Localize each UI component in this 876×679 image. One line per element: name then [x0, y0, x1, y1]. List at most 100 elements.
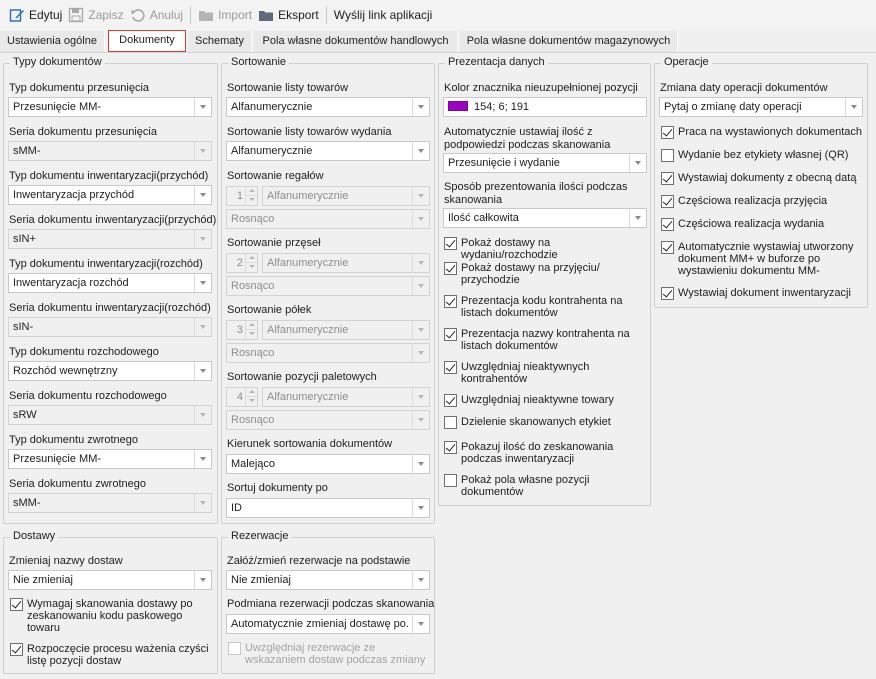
require-delivery-scan-checkbox[interactable]: Wymagaj skanowania dostawy po zeskanowan…	[10, 598, 205, 634]
checkbox-box[interactable]	[661, 241, 674, 254]
checkbox-box[interactable]	[661, 172, 674, 185]
split-labels-checkbox[interactable]: Dzielenie skanowanych etykiet	[444, 416, 648, 429]
save-button[interactable]: Zapisz	[65, 3, 126, 27]
spin-down-icon[interactable]	[245, 263, 257, 272]
weighing-clears-list-checkbox[interactable]: Rozpoczęcie procesu ważenia czyści listę…	[10, 643, 210, 667]
chevron-down-icon	[194, 571, 211, 589]
tab-documents[interactable]: Dokumenty	[108, 30, 186, 52]
return-doc-type-select[interactable]: Przesunięcie MM-	[8, 449, 212, 469]
shelf-order-spinner[interactable]: 3	[226, 320, 258, 340]
checkbox-box[interactable]	[444, 328, 457, 341]
shelf-direction-select[interactable]: Rosnąco	[226, 343, 430, 363]
marker-color-picker[interactable]: 154; 6; 191	[443, 97, 647, 117]
rack-direction-select[interactable]: Rosnąco	[226, 209, 430, 229]
bay-order-spinner[interactable]: 2	[226, 253, 258, 273]
pallet-direction-select[interactable]: Rosnąco	[226, 410, 430, 430]
select-value: Rosnąco	[231, 213, 275, 225]
edit-button[interactable]: Edytuj	[6, 3, 65, 27]
work-on-issued-checkbox[interactable]: Praca na wystawionych dokumentach	[661, 126, 865, 139]
contractor-name-checkbox[interactable]: Prezentacja nazwy kontrahenta na listach…	[444, 328, 639, 352]
checkbox-box[interactable]	[444, 237, 457, 250]
field-label: Sortowanie przęseł	[227, 237, 321, 249]
inventory-outgo-type-select[interactable]: Inwentaryzacja rozchód	[8, 273, 212, 293]
spinner-value: 1	[236, 190, 243, 202]
bay-sort-select[interactable]: Alfanumerycznie	[262, 253, 430, 273]
spin-down-icon[interactable]	[245, 196, 257, 205]
return-series-select[interactable]: sMM-	[8, 493, 212, 513]
rename-deliveries-select[interactable]: Nie zmieniaj	[8, 570, 212, 590]
transfer-doc-type-select[interactable]: Przesunięcie MM-	[8, 97, 212, 117]
partial-receipt-checkbox[interactable]: Częściowa realizacja przyjęcia	[661, 195, 865, 208]
inactive-contractors-checkbox[interactable]: Uwzględniaj nieaktywnych kontrahentów	[444, 361, 614, 385]
tab-bar: Ustawienia ogólne Dokumenty Schematy Pol…	[0, 30, 876, 52]
checkbox-box[interactable]	[228, 642, 241, 655]
cancel-button[interactable]: Anuluj	[127, 3, 186, 27]
quantity-presentation-select[interactable]: Ilość całkowita	[443, 208, 647, 228]
tab-custom-fields-trade[interactable]: Pola własne dokumentów handlowych	[254, 31, 458, 52]
issue-inventory-doc-checkbox[interactable]: Wystawiaj dokument inwentaryzacji	[661, 287, 865, 300]
inventory-income-series-select[interactable]: sIN+	[8, 229, 212, 249]
transfer-series-select[interactable]: sMM-	[8, 141, 212, 161]
checkbox-box[interactable]	[661, 218, 674, 231]
rack-order-spinner[interactable]: 1	[226, 186, 258, 206]
product-list-sort-select[interactable]: Alfanumerycznie	[226, 97, 430, 117]
rack-sort-select[interactable]: Alfanumerycznie	[262, 186, 430, 206]
outgoing-doc-type-select[interactable]: Rozchód wewnętrzny	[8, 361, 212, 381]
reservation-basis-select[interactable]: Nie zmieniaj	[226, 570, 430, 590]
pallet-sort-select[interactable]: Alfanumerycznie	[262, 387, 430, 407]
spin-down-icon[interactable]	[245, 397, 257, 406]
spin-up-icon[interactable]	[245, 187, 257, 196]
pallet-order-spinner[interactable]: 4	[226, 387, 258, 407]
reservation-swap-select[interactable]: Automatycznie zmieniaj dostawę po...	[226, 614, 430, 634]
checkbox-box[interactable]	[661, 195, 674, 208]
bay-direction-select[interactable]: Rosnąco	[226, 276, 430, 296]
inventory-outgo-series-select[interactable]: sIN-	[8, 317, 212, 337]
spin-up-icon[interactable]	[245, 388, 257, 397]
checkbox-box[interactable]	[444, 295, 457, 308]
cancel-label: Anuluj	[149, 8, 184, 22]
reservations-with-deliveries-checkbox[interactable]: Uwzględniaj rezerwacje ze wskazaniem dos…	[228, 642, 428, 666]
chevron-down-icon	[412, 254, 429, 272]
checkbox-box[interactable]	[661, 287, 674, 300]
checkbox-box[interactable]	[444, 474, 457, 487]
document-sort-by-select[interactable]: ID	[226, 498, 430, 518]
current-date-checkbox[interactable]: Wystawiaj dokumenty z obecną datą	[661, 172, 865, 185]
checkbox-box[interactable]	[444, 441, 457, 454]
inactive-products-checkbox[interactable]: Uwzględniaj nieaktywne towary	[444, 394, 648, 407]
auto-quantity-select[interactable]: Przesunięcie i wydanie	[443, 153, 647, 173]
checkbox-label: Pokazuj ilość do zeskanowania podczas in…	[461, 441, 614, 465]
show-deliveries-on-issue-checkbox[interactable]: Pokaż dostawy na wydaniu/rozchodzie	[444, 237, 648, 261]
custom-position-fields-checkbox[interactable]: Pokaż pola własne pozycji dokumentów	[444, 474, 604, 498]
checkbox-box[interactable]	[444, 394, 457, 407]
outgoing-series-select[interactable]: sRW	[8, 405, 212, 425]
contractor-code-checkbox[interactable]: Prezentacja kodu kontrahenta na listach …	[444, 295, 634, 319]
show-deliveries-on-receipt-checkbox[interactable]: Pokaż dostawy na przyjęciu/ przychodzie	[444, 262, 634, 286]
spin-up-icon[interactable]	[245, 254, 257, 263]
auto-mm-plus-checkbox[interactable]: Automatycznie wystawiaj utworzony dokume…	[661, 241, 861, 277]
checkbox-box[interactable]	[444, 416, 457, 429]
issue-list-sort-select[interactable]: Alfanumerycznie	[226, 141, 430, 161]
spin-up-icon[interactable]	[245, 321, 257, 330]
import-button[interactable]: Import	[195, 3, 255, 27]
spin-down-icon[interactable]	[245, 330, 257, 339]
operation-date-select[interactable]: Pytaj o zmianę daty operacji	[659, 97, 863, 117]
checkbox-box[interactable]	[661, 149, 674, 162]
checkbox-box[interactable]	[10, 598, 23, 611]
document-sort-direction-select[interactable]: Malejąco	[226, 454, 430, 474]
select-value: Ilość całkowita	[448, 212, 519, 224]
tab-general-settings[interactable]: Ustawienia ogólne	[0, 31, 105, 52]
inventory-income-type-select[interactable]: Inwentaryzacja przychód	[8, 185, 212, 205]
chevron-down-icon	[194, 98, 211, 116]
checkbox-box[interactable]	[444, 262, 457, 275]
export-button[interactable]: Eksport	[255, 3, 322, 27]
shelf-sort-select[interactable]: Alfanumerycznie	[262, 320, 430, 340]
issue-without-qr-checkbox[interactable]: Wydanie bez etykiety własnej (QR)	[661, 149, 865, 162]
inventory-quantity-checkbox[interactable]: Pokazuj ilość do zeskanowania podczas in…	[444, 441, 624, 465]
checkbox-box[interactable]	[661, 126, 674, 139]
checkbox-box[interactable]	[10, 643, 23, 656]
tab-custom-fields-warehouse[interactable]: Pola własne dokumentów magazynowych	[460, 31, 678, 52]
partial-issue-checkbox[interactable]: Częściowa realizacja wydania	[661, 218, 865, 231]
tab-schemas[interactable]: Schematy	[188, 31, 252, 52]
checkbox-box[interactable]	[444, 361, 457, 374]
send-link-button[interactable]: Wyślij link aplikacji	[331, 3, 436, 27]
